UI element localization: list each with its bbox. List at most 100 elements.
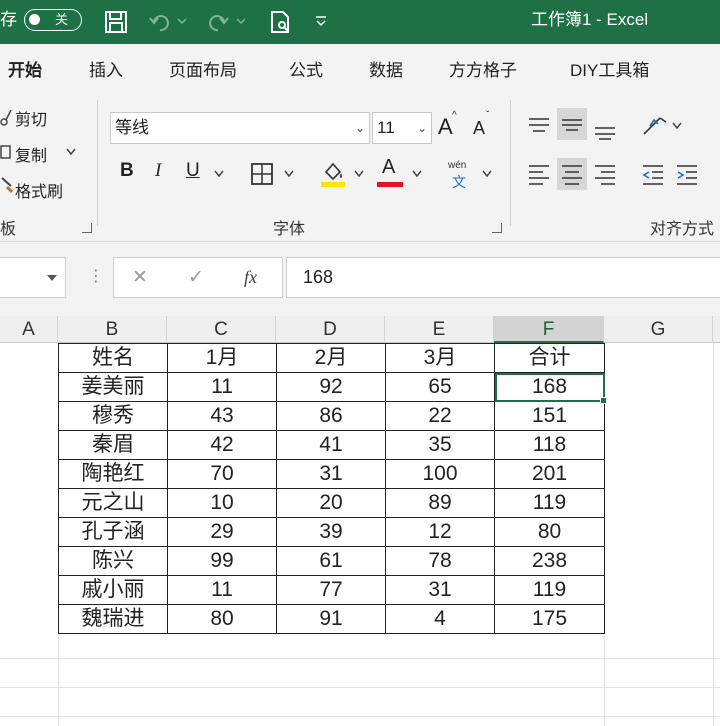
table-cell[interactable]: 魏瑞进 <box>58 604 168 634</box>
fill-color-icon[interactable] <box>320 160 346 188</box>
table-cell[interactable]: 姜美丽 <box>58 372 168 402</box>
align-right-icon[interactable] <box>590 158 620 190</box>
table-cell[interactable]: 11 <box>167 372 277 402</box>
align-middle-button[interactable] <box>557 108 587 140</box>
borders-dropdown-icon[interactable] <box>284 170 294 178</box>
table-cell[interactable]: 陶艳红 <box>58 459 168 489</box>
tab-data[interactable]: 数据 <box>369 56 403 81</box>
tab-diy-toolbox[interactable]: DIY工具箱 <box>570 56 649 81</box>
column-header-c[interactable]: C <box>167 316 276 343</box>
table-cell[interactable]: 穆秀 <box>58 401 168 431</box>
column-header-f[interactable]: F <box>494 316 604 343</box>
clipboard-launcher-icon[interactable] <box>82 223 92 233</box>
table-cell[interactable]: 70 <box>167 459 277 489</box>
cancel-icon[interactable]: ✕ <box>132 266 148 289</box>
font-launcher-icon[interactable] <box>492 223 502 233</box>
redo-icon[interactable] <box>206 10 230 34</box>
table-cell[interactable]: 91 <box>276 604 386 634</box>
table-header-cell[interactable]: 3月 <box>385 343 495 373</box>
name-box-dropdown-icon[interactable] <box>46 274 58 282</box>
table-cell[interactable]: 29 <box>167 517 277 547</box>
underline-dropdown-icon[interactable] <box>214 170 224 178</box>
table-cell[interactable]: 4 <box>385 604 495 634</box>
phonetic-dropdown-icon[interactable] <box>482 170 492 178</box>
copy-button[interactable]: 复制 <box>15 142 47 166</box>
table-cell[interactable]: 238 <box>494 546 605 576</box>
table-header-cell[interactable]: 合计 <box>494 343 605 373</box>
table-cell[interactable]: 43 <box>167 401 277 431</box>
column-header-d[interactable]: D <box>276 316 385 343</box>
font-color-dropdown-icon[interactable] <box>412 170 422 178</box>
formula-bar-splitter-icon[interactable]: ⋮ <box>88 266 104 286</box>
table-cell[interactable]: 12 <box>385 517 495 547</box>
column-header-e[interactable]: E <box>385 316 494 343</box>
table-cell[interactable]: 41 <box>276 430 386 460</box>
table-cell[interactable]: 80 <box>167 604 277 634</box>
column-header-b[interactable]: B <box>58 316 167 343</box>
enter-icon[interactable]: ✓ <box>188 266 204 289</box>
orientation-icon[interactable] <box>640 112 670 140</box>
align-left-icon[interactable] <box>524 158 554 190</box>
table-cell[interactable]: 80 <box>494 517 605 547</box>
tab-ffgz[interactable]: 方方格子 <box>449 56 517 81</box>
table-cell[interactable]: 86 <box>276 401 386 431</box>
formula-input[interactable]: 168 <box>286 257 720 298</box>
redo-dropdown-icon[interactable] <box>236 16 246 26</box>
align-center-button[interactable] <box>557 158 587 190</box>
table-cell[interactable]: 39 <box>276 517 386 547</box>
table-cell[interactable]: 118 <box>494 430 605 460</box>
table-cell[interactable]: 35 <box>385 430 495 460</box>
table-cell[interactable]: 175 <box>494 604 605 634</box>
borders-icon[interactable] <box>250 162 274 186</box>
shrink-font-button[interactable]: A <box>473 118 485 139</box>
font-color-button[interactable]: A <box>382 156 395 179</box>
table-cell[interactable]: 78 <box>385 546 495 576</box>
align-top-icon[interactable] <box>524 110 554 142</box>
table-cell[interactable]: 31 <box>385 575 495 605</box>
undo-dropdown-icon[interactable] <box>177 16 187 26</box>
underline-button[interactable]: U <box>186 160 200 182</box>
autosave-toggle[interactable]: 关 <box>24 9 82 31</box>
print-preview-icon[interactable] <box>268 10 292 34</box>
cut-button[interactable]: 剪切 <box>15 106 47 130</box>
table-cell[interactable]: 100 <box>385 459 495 489</box>
font-size-select[interactable]: 11 ⌄ <box>372 112 432 144</box>
phonetic-guide-top[interactable]: wén <box>448 160 466 171</box>
phonetic-guide-bottom[interactable]: 文 <box>452 172 466 192</box>
table-cell[interactable]: 元之山 <box>58 488 168 518</box>
table-cell[interactable]: 151 <box>494 401 605 431</box>
tab-insert[interactable]: 插入 <box>89 56 123 81</box>
table-cell[interactable]: 11 <box>167 575 277 605</box>
table-cell[interactable]: 戚小丽 <box>58 575 168 605</box>
table-cell[interactable]: 119 <box>494 488 605 518</box>
table-cell[interactable]: 42 <box>167 430 277 460</box>
grow-font-button[interactable]: A <box>438 114 453 140</box>
customize-qat-icon[interactable] <box>314 14 328 28</box>
insert-function-icon[interactable]: fx <box>244 267 257 288</box>
table-header-cell[interactable]: 2月 <box>276 343 386 373</box>
table-cell[interactable]: 22 <box>385 401 495 431</box>
table-cell[interactable]: 77 <box>276 575 386 605</box>
column-header-g[interactable]: G <box>604 316 713 343</box>
tab-home[interactable]: 开始 <box>8 56 42 93</box>
table-cell[interactable]: 10 <box>167 488 277 518</box>
copy-dropdown-icon[interactable] <box>66 148 76 156</box>
increase-indent-icon[interactable] <box>672 158 702 190</box>
align-bottom-icon[interactable] <box>590 112 620 144</box>
table-cell[interactable]: 31 <box>276 459 386 489</box>
table-cell[interactable]: 65 <box>385 372 495 402</box>
table-header-cell[interactable]: 姓名 <box>58 343 168 373</box>
column-header-a[interactable]: A <box>0 316 58 343</box>
tab-page-layout[interactable]: 页面布局 <box>169 56 237 81</box>
table-cell[interactable]: 孔子涵 <box>58 517 168 547</box>
table-cell[interactable]: 20 <box>276 488 386 518</box>
table-cell[interactable]: 陈兴 <box>58 546 168 576</box>
table-cell[interactable]: 92 <box>276 372 386 402</box>
table-header-cell[interactable]: 1月 <box>167 343 277 373</box>
tab-formulas[interactable]: 公式 <box>289 56 323 81</box>
name-box[interactable] <box>0 257 66 298</box>
format-painter-button[interactable]: 格式刷 <box>15 178 63 202</box>
table-cell[interactable]: 119 <box>494 575 605 605</box>
table-cell[interactable]: 99 <box>167 546 277 576</box>
bold-button[interactable]: B <box>120 160 134 182</box>
